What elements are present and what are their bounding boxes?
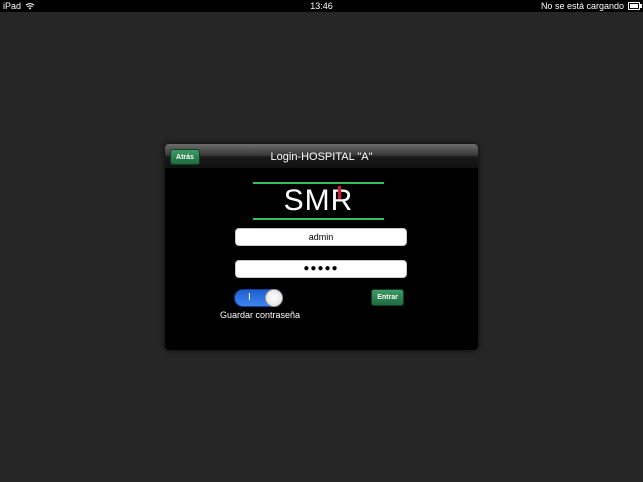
smr-logo: SMR xyxy=(253,182,384,220)
username-input[interactable]: admin xyxy=(235,228,407,246)
dialog-header: Login-HOSPITAL "A" Atrás xyxy=(165,144,478,169)
login-dialog: Login-HOSPITAL "A" Atrás SMR admin ●●●●●… xyxy=(165,144,478,350)
enter-button[interactable]: Entrar xyxy=(371,289,404,306)
status-right: No se está cargando xyxy=(540,0,642,12)
save-password-toggle[interactable]: I xyxy=(234,289,283,307)
logo-bottom-line xyxy=(253,218,384,220)
password-input[interactable]: ●●●●● xyxy=(235,260,407,278)
toggle-on-label: I xyxy=(248,292,251,303)
battery-icon xyxy=(628,2,642,10)
save-password-label: Guardar contraseña xyxy=(220,310,301,320)
logo-text: SMR xyxy=(283,184,354,217)
charging-status: No se está cargando xyxy=(540,1,624,11)
dialog-title: Login-HOSPITAL "A" xyxy=(270,151,373,163)
back-button[interactable]: Atrás xyxy=(170,149,200,165)
status-bar: iPad 13:46 No se está cargando xyxy=(0,0,643,12)
toggle-knob[interactable] xyxy=(265,289,283,307)
logo-red-accent xyxy=(338,186,341,199)
